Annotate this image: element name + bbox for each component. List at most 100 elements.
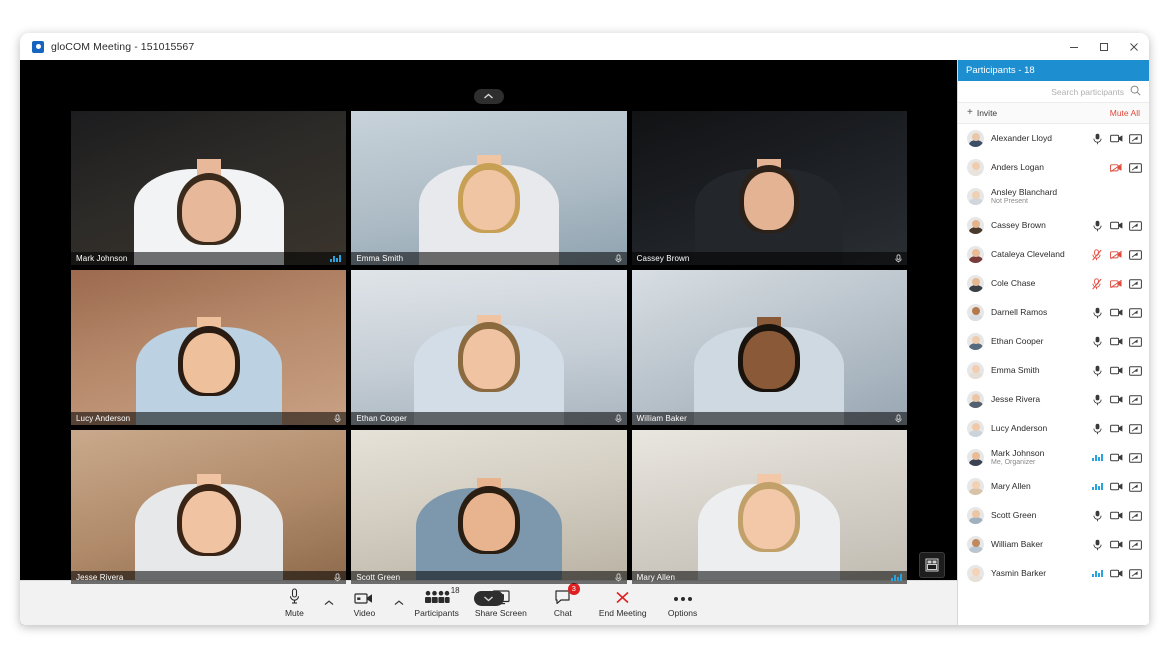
participant-mic-toggle[interactable]	[1091, 510, 1104, 522]
video-tile[interactable]: Mark Johnson	[71, 111, 347, 266]
participant-mic-toggle[interactable]	[1091, 336, 1104, 348]
participant-row[interactable]: Anders Logan	[958, 153, 1149, 182]
participant-row[interactable]: Cole Chase	[958, 269, 1149, 298]
participant-mic-toggle[interactable]	[1091, 394, 1104, 406]
participant-mic-toggle[interactable]	[1091, 220, 1104, 232]
participant-camera-toggle[interactable]	[1110, 249, 1123, 261]
video-tile[interactable]: Jesse Rivera	[71, 429, 347, 584]
participant-mic-toggle[interactable]	[1091, 248, 1104, 261]
maximize-button[interactable]	[1089, 33, 1119, 60]
avatar	[967, 362, 984, 379]
mute-options-caret[interactable]	[322, 582, 336, 625]
participant-mic-toggle[interactable]	[1091, 133, 1104, 145]
participant-screen-share[interactable]	[1129, 510, 1142, 522]
participant-camera-toggle[interactable]	[1110, 423, 1123, 435]
participant-camera-toggle[interactable]	[1110, 133, 1123, 145]
participant-mic-toggle[interactable]	[1091, 481, 1104, 493]
video-label: Video	[353, 608, 376, 618]
video-stage: Mark Johnson Emma Smith Cassey Brown Lucy A…	[20, 60, 957, 625]
collapse-top-button[interactable]	[473, 89, 504, 104]
participant-row[interactable]: Yasmin Barker	[958, 559, 1149, 588]
participant-camera-toggle[interactable]	[1110, 452, 1123, 464]
participant-screen-share[interactable]	[1129, 191, 1142, 203]
participant-screen-share[interactable]	[1129, 249, 1142, 261]
participant-row[interactable]: Emma Smith	[958, 356, 1149, 385]
participant-mic-toggle[interactable]	[1091, 162, 1104, 174]
chat-button[interactable]: 3 Chat	[535, 582, 591, 625]
participants-list[interactable]: Alexander Lloyd Anders Logan Ansley Blanch…	[958, 124, 1149, 625]
participant-mic-toggle[interactable]	[1091, 365, 1104, 377]
participant-mic-toggle[interactable]	[1091, 277, 1104, 290]
participant-screen-share[interactable]	[1129, 133, 1142, 145]
people-icon: 18	[424, 586, 460, 605]
participant-name-block: Darnell Ramos	[991, 307, 1047, 318]
tile-status-icon	[615, 254, 622, 263]
participant-screen-share[interactable]	[1129, 336, 1142, 348]
invite-button[interactable]: + Invite	[967, 107, 997, 119]
video-tile[interactable]: Lucy Anderson	[71, 270, 347, 425]
video-tile[interactable]: Scott Green	[351, 429, 627, 584]
end-meeting-button[interactable]: End Meeting	[591, 582, 655, 625]
search-icon[interactable]	[1130, 83, 1141, 101]
participant-camera-toggle[interactable]	[1110, 191, 1123, 203]
mute-button[interactable]: Mute	[266, 582, 322, 625]
participant-screen-share[interactable]	[1129, 220, 1142, 232]
participant-mic-toggle[interactable]	[1091, 452, 1104, 464]
participant-camera-toggle[interactable]	[1110, 307, 1123, 319]
participant-row[interactable]: Mark Johnson Me, Organizer	[958, 443, 1149, 472]
participant-screen-share[interactable]	[1129, 423, 1142, 435]
video-tile[interactable]: Ethan Cooper	[351, 270, 627, 425]
participant-camera-toggle[interactable]	[1110, 510, 1123, 522]
video-tile[interactable]: Cassey Brown	[631, 111, 907, 266]
participant-mic-toggle[interactable]	[1091, 539, 1104, 551]
participant-screen-share[interactable]	[1129, 307, 1142, 319]
participant-screen-share[interactable]	[1129, 162, 1142, 174]
participant-row[interactable]: Cataleya Cleveland	[958, 240, 1149, 269]
participant-camera-toggle[interactable]	[1110, 568, 1123, 580]
minimize-button[interactable]	[1059, 33, 1089, 60]
participants-button[interactable]: 18 Participants	[406, 582, 466, 625]
participant-screen-share[interactable]	[1129, 278, 1142, 290]
close-button[interactable]	[1119, 33, 1149, 60]
participant-row[interactable]: Mary Allen	[958, 472, 1149, 501]
search-input[interactable]	[966, 86, 1130, 97]
collapse-bottom-button[interactable]	[473, 591, 504, 606]
participant-camera-toggle[interactable]	[1110, 336, 1123, 348]
participant-row[interactable]: Ansley Blanchard Not Present	[958, 182, 1149, 211]
video-tile[interactable]: William Baker	[631, 270, 907, 425]
options-button[interactable]: Options	[655, 582, 711, 625]
participant-mic-toggle[interactable]	[1091, 423, 1104, 435]
participant-screen-share[interactable]	[1129, 452, 1142, 464]
participant-row[interactable]: Darnell Ramos	[958, 298, 1149, 327]
participant-mic-toggle[interactable]	[1091, 191, 1104, 203]
participant-camera-toggle[interactable]	[1110, 539, 1123, 551]
participant-camera-toggle[interactable]	[1110, 220, 1123, 232]
participant-screen-share[interactable]	[1129, 365, 1142, 377]
participant-mic-toggle[interactable]	[1091, 307, 1104, 319]
participant-row[interactable]: Alexander Lloyd	[958, 124, 1149, 153]
participant-mic-toggle[interactable]	[1091, 568, 1104, 580]
participant-camera-toggle[interactable]	[1110, 365, 1123, 377]
participant-camera-toggle[interactable]	[1110, 278, 1123, 290]
camera-icon	[1110, 366, 1123, 375]
video-options-caret[interactable]	[392, 582, 406, 625]
plus-icon: +	[967, 107, 973, 118]
participant-screen-share[interactable]	[1129, 539, 1142, 551]
video-button[interactable]: Video	[336, 582, 392, 625]
participant-camera-toggle[interactable]	[1110, 481, 1123, 493]
participant-row[interactable]: Scott Green	[958, 501, 1149, 530]
mute-all-button[interactable]: Mute All	[1110, 108, 1140, 118]
participant-screen-share[interactable]	[1129, 568, 1142, 580]
participant-screen-share[interactable]	[1129, 394, 1142, 406]
participant-row[interactable]: Jesse Rivera	[958, 385, 1149, 414]
layout-view-icon[interactable]	[919, 552, 945, 578]
participant-row[interactable]: Cassey Brown	[958, 211, 1149, 240]
video-tile[interactable]: Mary Allen	[631, 429, 907, 584]
participant-screen-share[interactable]	[1129, 481, 1142, 493]
participant-row[interactable]: Ethan Cooper	[958, 327, 1149, 356]
participant-camera-toggle[interactable]	[1110, 394, 1123, 406]
participant-camera-toggle[interactable]	[1110, 162, 1123, 174]
participant-row[interactable]: William Baker	[958, 530, 1149, 559]
participant-row[interactable]: Lucy Anderson	[958, 414, 1149, 443]
video-tile[interactable]: Emma Smith	[351, 111, 627, 266]
